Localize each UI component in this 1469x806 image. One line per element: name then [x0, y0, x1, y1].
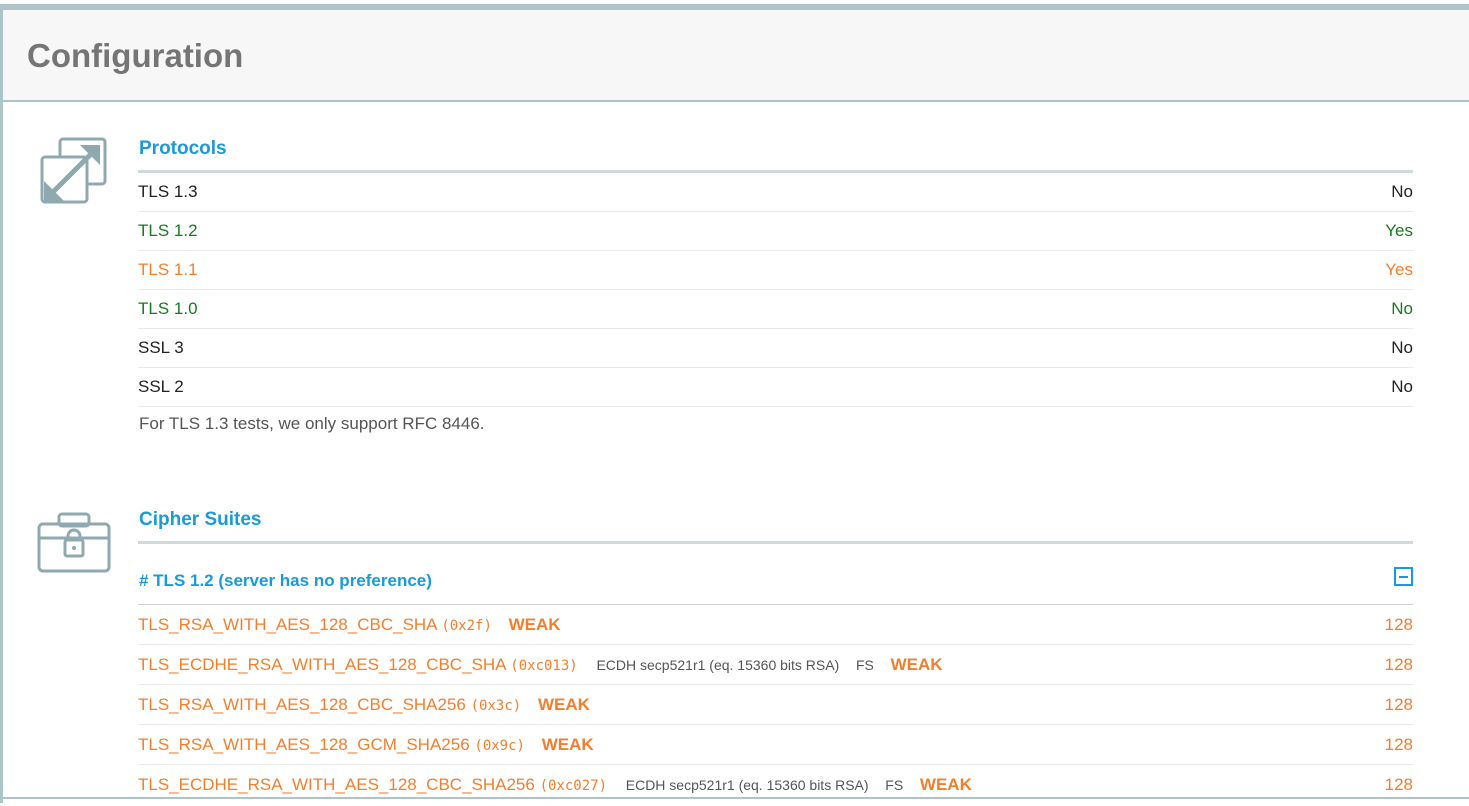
protocol-name: TLS 1.0	[138, 299, 198, 318]
suite-key-exchange: ECDH secp521r1 (eq. 15360 bits RSA)	[625, 777, 869, 793]
suite-code: (0x9c)	[474, 738, 525, 754]
group-heading-text: # TLS 1.2 (server has no preference)	[139, 571, 432, 590]
weak-badge: WEAK	[508, 615, 561, 634]
protocols-note: For TLS 1.3 tests, we only support RFC 8…	[139, 414, 485, 433]
suite-key-exchange: ECDH secp521r1 (eq. 15360 bits RSA)	[596, 657, 840, 673]
protocol-name: TLS 1.3	[138, 182, 198, 201]
forward-secrecy-label: FS	[855, 657, 874, 673]
protocols-title: Protocols	[139, 138, 227, 159]
suite-bits: 128	[1384, 695, 1413, 714]
protocol-name: SSL 3	[138, 338, 184, 357]
protocol-value: No	[1391, 182, 1413, 201]
suite-name: TLS_RSA_WITH_AES_128_CBC_SHA256	[138, 695, 466, 714]
protocols-table: TLS 1.3 No TLS 1.2 Yes TLS 1.1 Yes TLS 1…	[138, 173, 1413, 407]
suite-name: TLS_RSA_WITH_AES_128_CBC_SHA	[138, 615, 437, 634]
cipher-suite-list: TLS_RSA_WITH_AES_128_CBC_SHA (0x2f) WEAK…	[138, 605, 1413, 804]
protocol-row-tls12: TLS 1.2 Yes	[138, 212, 1413, 251]
page-header: Configuration	[3, 10, 1469, 102]
suite-bits: 128	[1384, 615, 1413, 634]
suite-name: TLS_ECDHE_RSA_WITH_AES_128_CBC_SHA256	[138, 775, 535, 794]
protocol-value: Yes	[1385, 221, 1413, 240]
tls12-group-heading: # TLS 1.2 (server has no preference)	[138, 562, 1413, 605]
protocol-row-ssl3: SSL 3 No	[138, 329, 1413, 368]
weak-badge: WEAK	[537, 695, 590, 714]
suite-code: (0xc027)	[539, 778, 608, 794]
cipher-suites-divider	[138, 541, 1413, 544]
suite-name: TLS_ECDHE_RSA_WITH_AES_128_CBC_SHA	[138, 655, 506, 674]
suite-code: (0xc013)	[510, 658, 578, 674]
bottom-border	[3, 797, 1469, 799]
protocol-row-tls13: TLS 1.3 No	[138, 173, 1413, 212]
weak-badge: WEAK	[919, 775, 972, 794]
expand-arrows-icon	[40, 137, 108, 210]
suite-code: (0x2f)	[441, 618, 492, 634]
protocol-value: No	[1391, 299, 1413, 318]
protocol-name: SSL 2	[138, 377, 184, 396]
suite-code: (0x3c)	[470, 698, 522, 714]
protocol-value: No	[1391, 338, 1413, 357]
protocol-row-tls10: TLS 1.0 No	[138, 290, 1413, 329]
cipher-suite-row: TLS_RSA_WITH_AES_128_CBC_SHA256 (0x3c) W…	[138, 685, 1413, 725]
cipher-suite-row: TLS_ECDHE_RSA_WITH_AES_128_CBC_SHA (0xc0…	[138, 645, 1413, 685]
suite-bits: 128	[1384, 735, 1413, 754]
protocol-value: Yes	[1385, 260, 1413, 279]
top-frame	[0, 0, 1469, 10]
page-title: Configuration	[27, 37, 244, 74]
forward-secrecy-label: FS	[885, 777, 904, 793]
cipher-suites-title: Cipher Suites	[139, 509, 262, 530]
suite-name: TLS_RSA_WITH_AES_128_GCM_SHA256	[138, 735, 470, 754]
cipher-suite-row: TLS_RSA_WITH_AES_128_CBC_SHA (0x2f) WEAK…	[138, 605, 1413, 645]
cipher-suite-row: TLS_RSA_WITH_AES_128_GCM_SHA256 (0x9c) W…	[138, 725, 1413, 765]
protocol-row-ssl2: SSL 2 No	[138, 368, 1413, 407]
protocol-name: TLS 1.1	[138, 260, 198, 279]
left-frame-border	[0, 10, 3, 803]
protocol-row-tls11: TLS 1.1 Yes	[138, 251, 1413, 290]
locked-toolbox-icon	[37, 512, 111, 579]
suite-bits: 128	[1384, 655, 1413, 674]
weak-badge: WEAK	[890, 655, 943, 674]
protocol-value: No	[1391, 377, 1413, 396]
minus-square-icon[interactable]	[1394, 567, 1413, 586]
weak-badge: WEAK	[541, 735, 594, 754]
protocol-name: TLS 1.2	[138, 221, 198, 240]
